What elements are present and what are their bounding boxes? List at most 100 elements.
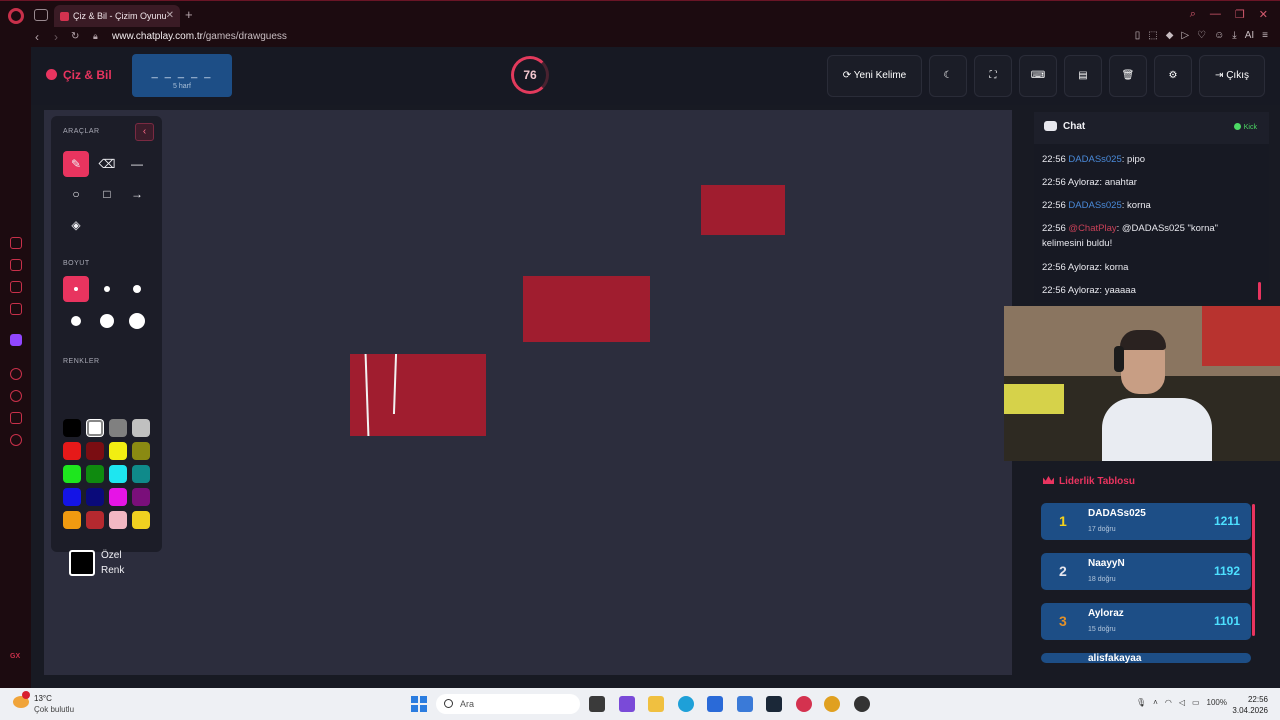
clock[interactable]: 22:56 3.04.2026: [1232, 694, 1268, 716]
sidebar-gx-icon[interactable]: [10, 237, 22, 249]
color-swatch[interactable]: [63, 488, 81, 506]
color-swatch[interactable]: [109, 511, 127, 529]
custom-color-swatch[interactable]: [69, 550, 95, 576]
start-button[interactable]: [411, 696, 427, 712]
back-icon[interactable]: ‹: [35, 30, 39, 44]
sidebar-settings-icon[interactable]: [10, 434, 22, 446]
color-swatch[interactable]: [86, 442, 104, 460]
task-view-icon[interactable]: [589, 696, 605, 712]
heart-icon[interactable]: ♡: [1197, 30, 1206, 41]
volume-icon[interactable]: ◁: [1179, 698, 1185, 707]
size-option-1[interactable]: [63, 276, 89, 302]
sidebar-mail-icon[interactable]: [10, 303, 22, 315]
copilot-icon[interactable]: [619, 696, 635, 712]
file-explorer-icon[interactable]: [648, 696, 664, 712]
sidebar-history-icon[interactable]: [10, 390, 22, 402]
color-swatch[interactable]: [132, 465, 150, 483]
platform-status: Kick: [1233, 123, 1257, 131]
size-option-6[interactable]: [124, 308, 150, 334]
color-swatch[interactable]: [63, 465, 81, 483]
tab-favicon-icon: [60, 12, 69, 21]
colors-title: RENKLER: [63, 358, 100, 365]
color-swatch[interactable]: [63, 442, 81, 460]
line-tool-button[interactable]: —: [124, 151, 150, 177]
fullscreen-button[interactable]: ⛶: [974, 55, 1012, 97]
fill-tool-button[interactable]: ◈: [63, 212, 89, 238]
steam-icon[interactable]: [766, 696, 782, 712]
browser-tab[interactable]: Çiz & Bil - Çizim Oyunu ✕: [54, 5, 180, 27]
menu-icon[interactable]: ≡: [1262, 30, 1268, 41]
microphone-icon[interactable]: 🎙︎: [1136, 698, 1146, 707]
close-window-icon[interactable]: ✕: [1259, 8, 1268, 21]
chevron-up-icon[interactable]: ˄: [1153, 698, 1158, 707]
color-swatch[interactable]: [132, 419, 150, 437]
reload-icon[interactable]: ↻: [71, 31, 79, 42]
snapshot-icon[interactable]: ⬚: [1148, 30, 1157, 41]
clear-chat-button[interactable]: 🗑︎: [1109, 55, 1147, 97]
app-logo[interactable]: Çiz & Bil: [46, 68, 112, 82]
archive-button[interactable]: ▤: [1064, 55, 1102, 97]
color-swatch[interactable]: [86, 419, 104, 437]
sidebar-extensions-icon[interactable]: [10, 412, 22, 424]
aria-ai-button[interactable]: AI: [1245, 30, 1254, 41]
color-swatch[interactable]: [86, 465, 104, 483]
sidebar-shop-icon[interactable]: [10, 259, 22, 271]
new-word-button[interactable]: ⟳ Yeni Kelime: [827, 55, 922, 97]
wifi-icon[interactable]: ◠: [1165, 698, 1172, 707]
profile-icon[interactable]: ☺: [1214, 30, 1224, 41]
opera-logo-icon[interactable]: [8, 8, 24, 24]
color-swatch[interactable]: [109, 488, 127, 506]
new-tab-icon[interactable]: +: [185, 7, 193, 22]
sidebar-messenger-icon[interactable]: [10, 281, 22, 293]
size-option-4[interactable]: [63, 308, 89, 334]
color-swatch[interactable]: [109, 442, 127, 460]
tab-menu-icon[interactable]: [34, 9, 48, 21]
maximize-icon[interactable]: ❐: [1235, 8, 1245, 21]
color-swatch[interactable]: [109, 465, 127, 483]
drawing-canvas[interactable]: ↶ ↷ 🗑︎: [44, 110, 1012, 720]
bookmark-icon[interactable]: ▯: [1135, 30, 1141, 41]
color-swatch[interactable]: [63, 419, 81, 437]
collapse-panel-button[interactable]: ‹: [135, 123, 154, 141]
eraser-tool-button[interactable]: ⌫: [94, 151, 120, 177]
leaderboard-name: DADASs025: [1088, 508, 1146, 519]
chat-scrollbar[interactable]: [1258, 282, 1261, 300]
brush-tool-button[interactable]: ✎: [63, 151, 89, 177]
leaderboard-scrollbar[interactable]: [1252, 504, 1255, 636]
size-option-3[interactable]: [124, 276, 150, 302]
exit-button[interactable]: ⇥ Çıkış: [1199, 55, 1265, 97]
arrow-tool-button[interactable]: →: [124, 181, 150, 207]
settings-button[interactable]: ⚙: [1154, 55, 1192, 97]
size-option-5[interactable]: [94, 308, 120, 334]
color-swatch[interactable]: [109, 419, 127, 437]
color-swatch[interactable]: [132, 488, 150, 506]
shield-icon[interactable]: ◆: [1166, 30, 1174, 41]
color-swatch[interactable]: [86, 511, 104, 529]
chrome-icon[interactable]: [824, 696, 840, 712]
opera-gx-taskbar-icon[interactable]: [796, 696, 812, 712]
color-swatch[interactable]: [86, 488, 104, 506]
color-swatch[interactable]: [132, 442, 150, 460]
taskbar-search[interactable]: Ara: [436, 694, 580, 714]
edge-icon[interactable]: [678, 696, 694, 712]
sidebar-player-icon[interactable]: [10, 368, 22, 380]
forward-icon[interactable]: ›: [54, 30, 58, 44]
store-icon[interactable]: [707, 696, 723, 712]
vpn-icon[interactable]: [737, 696, 753, 712]
size-option-2[interactable]: [94, 276, 120, 302]
circle-tool-button[interactable]: ○: [63, 181, 89, 207]
minimize-icon[interactable]: —: [1210, 8, 1221, 21]
keyboard-button[interactable]: ⌨: [1019, 55, 1057, 97]
download-icon[interactable]: ⤓: [1232, 30, 1236, 41]
dark-mode-button[interactable]: ☾: [929, 55, 967, 97]
close-tab-icon[interactable]: ✕: [166, 10, 174, 21]
color-swatch[interactable]: [132, 511, 150, 529]
player-icon[interactable]: ▷: [1181, 30, 1189, 41]
sidebar-twitch-icon[interactable]: [10, 334, 22, 346]
color-swatch[interactable]: [63, 511, 81, 529]
rectangle-tool-button[interactable]: □: [94, 181, 120, 207]
url-field[interactable]: www.chatplay.com.tr/games/drawguess: [112, 31, 287, 42]
github-icon[interactable]: [854, 696, 870, 712]
battery-icon[interactable]: ▭: [1192, 698, 1200, 707]
search-icon[interactable]: ⌕: [1190, 8, 1196, 21]
